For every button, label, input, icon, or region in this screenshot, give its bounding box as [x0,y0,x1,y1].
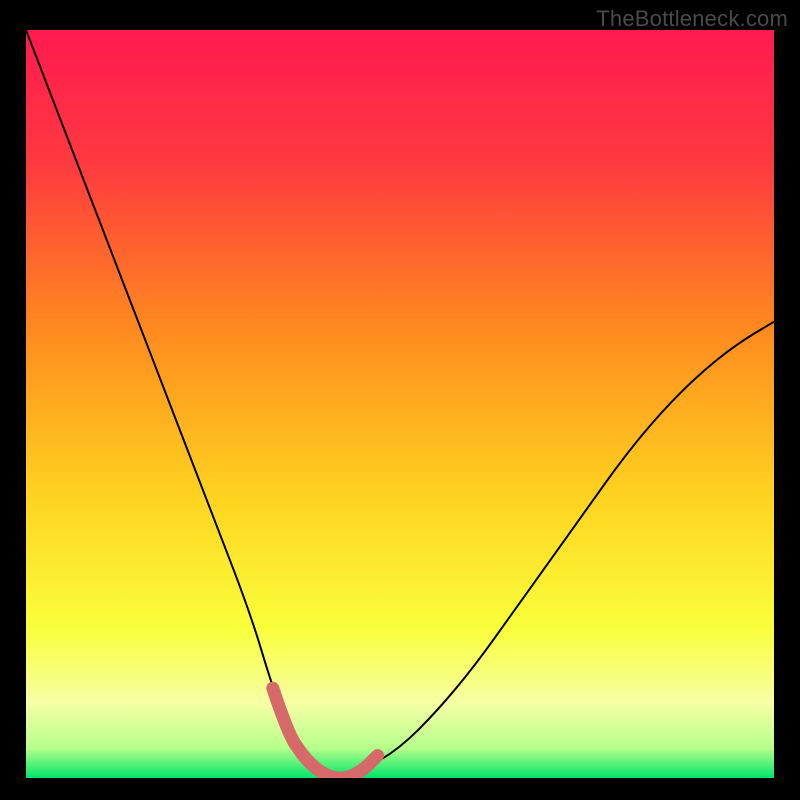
chart-svg [26,30,774,778]
chart-plot [26,30,774,778]
gradient-background [26,30,774,778]
watermark-text: TheBottleneck.com [596,6,788,32]
chart-frame: TheBottleneck.com [0,0,800,800]
